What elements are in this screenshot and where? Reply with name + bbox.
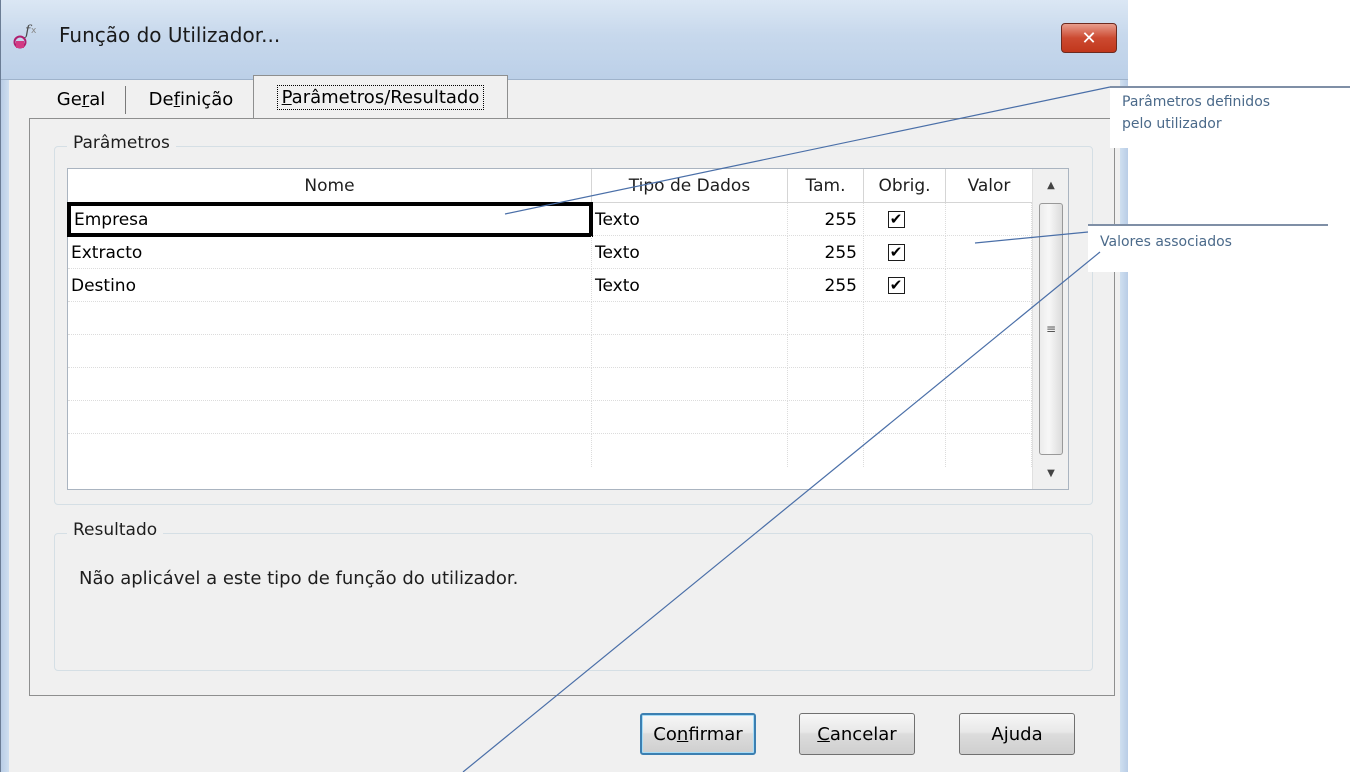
- empty-row: [68, 335, 1032, 368]
- cell-nome[interactable]: Extracto: [68, 236, 592, 269]
- table-row[interactable]: Empresa Texto 255 ✔: [67, 202, 1032, 237]
- empty-row: [68, 302, 1032, 335]
- callout-parametros-line2: pelo utilizador: [1122, 115, 1222, 132]
- scroll-up-arrow-icon[interactable]: ▲: [1033, 171, 1069, 199]
- tab-parametros-resultado[interactable]: Parâmetros/Resultado: [253, 75, 508, 119]
- grid-body: Empresa Texto 255 ✔ Extracto Texto 255 ✔…: [67, 202, 1032, 467]
- resultado-text: Não aplicável a este tipo de função do u…: [79, 568, 519, 589]
- column-header-tam[interactable]: Tam.: [788, 169, 864, 203]
- callout-parametros-rule: [1110, 86, 1350, 88]
- required-checkbox[interactable]: ✔: [887, 277, 905, 294]
- window-frame-right: [1120, 80, 1128, 772]
- tab-label-part: al: [89, 88, 106, 110]
- cell-tam[interactable]: 255: [788, 269, 864, 302]
- help-button[interactable]: Aj uda: [959, 713, 1075, 755]
- tab-label-accel: P: [281, 87, 292, 108]
- column-header-tipo[interactable]: Tipo de Dados: [592, 169, 788, 203]
- button-label-accel: C: [817, 723, 830, 745]
- cell-obrig[interactable]: ✔: [864, 269, 946, 302]
- empty-row: [68, 434, 1032, 467]
- callout-parametros-line1: Parâmetros definidos: [1122, 94, 1271, 110]
- parametros-group-title: Parâmetros: [67, 133, 176, 153]
- window-title: Função do Utilizador...: [59, 23, 281, 47]
- button-label-part: ancelar: [829, 723, 897, 745]
- cell-tipo[interactable]: Texto: [592, 269, 788, 302]
- tab-separator: [125, 86, 126, 114]
- button-label-accel: n: [676, 723, 689, 745]
- callout-valores-rule: [1088, 224, 1328, 226]
- cell-valor[interactable]: [946, 269, 1032, 302]
- cancel-button[interactable]: Cancelar: [799, 713, 915, 755]
- required-checkbox[interactable]: ✔: [887, 244, 905, 261]
- grid-header: Nome Tipo de Dados Tam. Obrig. Valor: [68, 169, 1032, 203]
- tab-definicao[interactable]: De f inição: [133, 81, 249, 117]
- required-checkbox[interactable]: ✔: [887, 211, 905, 228]
- tab-geral[interactable]: Ge r al: [37, 81, 125, 117]
- cell-valor[interactable]: [946, 203, 1032, 236]
- tab-label: Parâmetros/Resultado: [276, 85, 485, 110]
- tab-label-part: inição: [179, 88, 234, 110]
- empty-row: [68, 401, 1032, 434]
- column-header-valor[interactable]: Valor: [946, 169, 1032, 203]
- scroll-thumb[interactable]: ≡: [1039, 203, 1063, 455]
- cell-nome[interactable]: Empresa: [67, 202, 593, 237]
- cell-tipo[interactable]: Texto: [592, 236, 788, 269]
- confirm-button[interactable]: Co n firmar: [640, 713, 756, 755]
- button-label-part: uda: [1008, 723, 1043, 745]
- svg-text:x: x: [31, 26, 37, 36]
- close-button[interactable]: ✕: [1061, 23, 1117, 53]
- button-label-part: A: [991, 723, 1004, 745]
- table-row[interactable]: Extracto Texto 255 ✔: [68, 236, 1032, 269]
- close-icon: ✕: [1081, 27, 1097, 49]
- column-header-obrig[interactable]: Obrig.: [864, 169, 946, 203]
- cell-obrig[interactable]: ✔: [864, 203, 946, 236]
- parameters-grid[interactable]: Nome Tipo de Dados Tam. Obrig. Valor Emp…: [67, 168, 1069, 490]
- scroll-grip-icon: ≡: [1045, 322, 1057, 336]
- resultado-group-title: Resultado: [67, 520, 164, 540]
- table-row[interactable]: Destino Texto 255 ✔: [68, 269, 1032, 302]
- callout-valores-text: Valores associados: [1100, 234, 1232, 250]
- cell-valor[interactable]: [946, 236, 1032, 269]
- title-bar[interactable]: f x Função do Utilizador... ✕: [1, 0, 1128, 80]
- button-label-part: Co: [653, 723, 677, 745]
- user-function-icon: f x: [13, 23, 37, 49]
- tab-label-part: arâmetros/Resultado: [291, 87, 480, 108]
- button-label-part: firmar: [688, 723, 743, 745]
- empty-row: [68, 368, 1032, 401]
- column-header-nome[interactable]: Nome: [68, 169, 592, 203]
- cell-obrig[interactable]: ✔: [864, 236, 946, 269]
- tab-label-accel: r: [81, 88, 90, 110]
- cell-nome[interactable]: Destino: [68, 269, 592, 302]
- vertical-scrollbar[interactable]: ▲ ≡ ▼: [1032, 169, 1068, 489]
- resultado-group: [54, 533, 1093, 671]
- cell-tam[interactable]: 255: [788, 203, 864, 236]
- window-frame-left: [1, 80, 9, 772]
- cell-tam[interactable]: 255: [788, 236, 864, 269]
- callout-valores: Valores associados: [1088, 226, 1328, 272]
- cell-tipo[interactable]: Texto: [592, 203, 788, 236]
- callout-parametros: Parâmetros definidos pelo utilizador: [1110, 88, 1350, 148]
- tab-label-part: Ge: [56, 88, 82, 110]
- dialog-window: f x Função do Utilizador... ✕ Ge r al De f i…: [0, 0, 1128, 772]
- scroll-down-arrow-icon[interactable]: ▼: [1033, 459, 1069, 487]
- tab-label-part: De: [148, 88, 174, 110]
